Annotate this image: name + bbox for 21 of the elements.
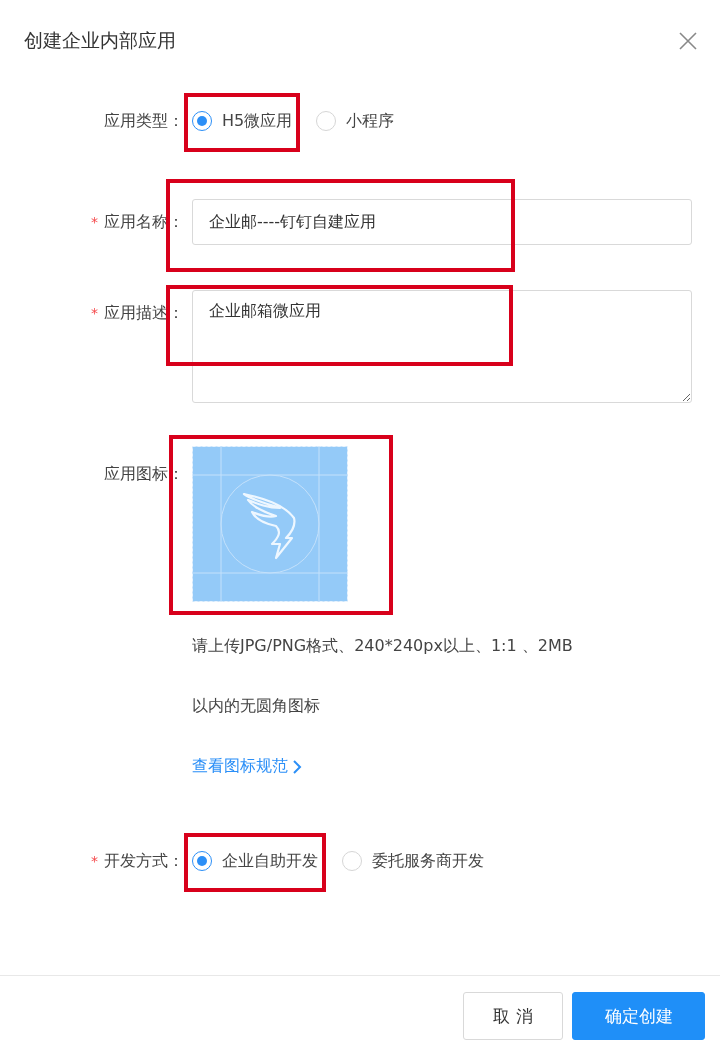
hint-text: 请上传JPG/PNG格式、240*240px以上、1:1 、2MB <box>192 636 574 656</box>
input-field[interactable]: 企业邮----钉钉自建应用 <box>192 199 692 245</box>
dialog-title: 创建企业内部应用 <box>24 28 176 53</box>
required-mark: * <box>91 214 98 230</box>
field-label: 开发方式： <box>104 850 184 872</box>
radio-option[interactable]: H5微应用 <box>192 110 293 132</box>
radio-option[interactable]: 委托服务商开发 <box>342 850 484 872</box>
required-mark: * <box>91 305 98 321</box>
textarea-field[interactable]: 企业邮箱微应用 <box>192 290 692 403</box>
close-icon[interactable] <box>678 31 698 51</box>
radio-button[interactable] <box>192 111 212 131</box>
field-label: 应用类型： <box>104 110 184 132</box>
field-label: 应用图标： <box>104 464 184 485</box>
radio-option[interactable]: 小程序 <box>316 110 395 132</box>
chevron-right-icon <box>292 758 302 775</box>
hint-text: 以内的无圆角图标 <box>192 696 321 716</box>
cancel-button[interactable]: 取 消 <box>463 992 563 1040</box>
radio-option[interactable]: 企业自助开发 <box>192 850 318 872</box>
required-mark: * <box>91 853 98 869</box>
radio-button[interactable] <box>192 851 212 871</box>
field-label: 应用描述： <box>104 302 184 324</box>
